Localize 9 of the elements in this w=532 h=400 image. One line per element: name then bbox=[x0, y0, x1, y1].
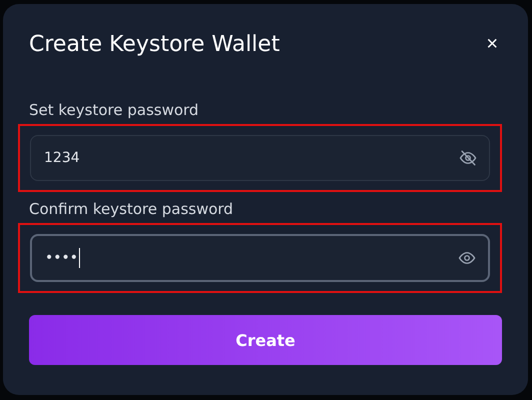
dialog-title: Create Keystore Wallet bbox=[29, 32, 280, 57]
create-button[interactable]: Create bbox=[29, 315, 502, 365]
password-field[interactable]: •••• bbox=[30, 234, 490, 282]
field-label: Confirm keystore password bbox=[28, 200, 234, 218]
eye-slash-icon[interactable] bbox=[459, 149, 477, 167]
password-field[interactable]: 1234 bbox=[30, 135, 490, 181]
close-button[interactable]: × bbox=[482, 33, 502, 56]
eye-icon[interactable] bbox=[458, 249, 476, 267]
field-label: Set keystore password bbox=[28, 101, 200, 119]
